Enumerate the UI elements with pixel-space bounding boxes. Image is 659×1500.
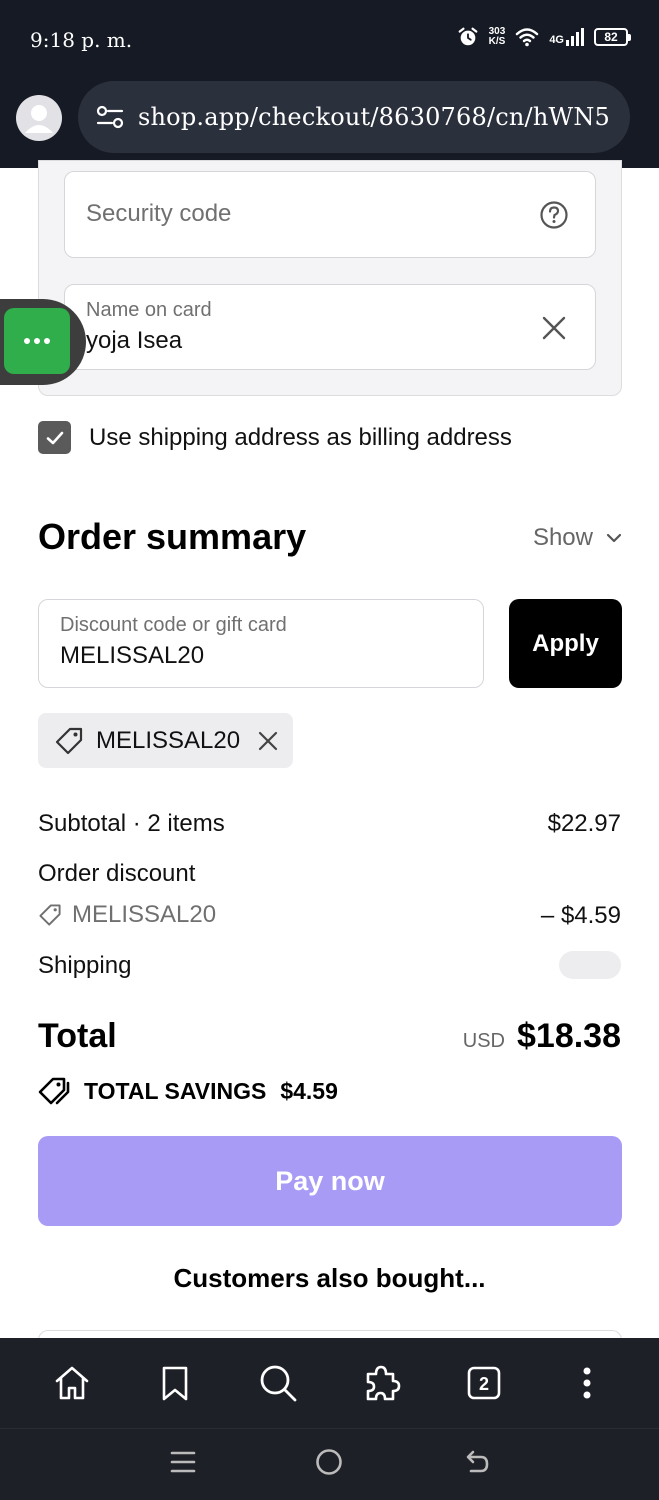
customers-also-bought-heading: Customers also bought... bbox=[173, 1263, 486, 1293]
profile-avatar[interactable] bbox=[16, 95, 62, 141]
billing-label: Use shipping address as billing address bbox=[89, 423, 512, 451]
name-on-card-label: Name on card bbox=[86, 299, 212, 321]
total-label: Total bbox=[38, 1017, 117, 1055]
tabs-icon[interactable]: 2 bbox=[454, 1353, 514, 1413]
floating-bubble[interactable] bbox=[0, 299, 86, 385]
discount-code-line: MELISSAL20 bbox=[38, 901, 216, 929]
savings-value: $4.59 bbox=[280, 1077, 338, 1104]
security-code-placeholder: Security code bbox=[86, 200, 232, 227]
tag-icon bbox=[39, 904, 61, 926]
discount-value: MELISSAL20 bbox=[60, 642, 205, 669]
net-speed-unit: K/S bbox=[488, 36, 506, 47]
total-amount-group: USD $18.38 bbox=[463, 1017, 621, 1056]
pay-now-button[interactable]: Pay now bbox=[38, 1136, 622, 1226]
status-icons: 303 K/S 4G 82 bbox=[457, 26, 631, 48]
savings-label: TOTAL SAVINGS bbox=[84, 1077, 267, 1104]
home-icon[interactable] bbox=[42, 1353, 102, 1413]
remove-discount-icon[interactable] bbox=[256, 729, 280, 753]
url-text: shop.app/checkout/8630768/cn/hWN5 bbox=[138, 103, 611, 131]
applied-discount-chip: MELISSAL20 bbox=[38, 713, 293, 768]
order-discount-label: Order discount bbox=[38, 860, 196, 887]
more-menu-icon[interactable] bbox=[557, 1353, 617, 1413]
tags-icon bbox=[38, 1077, 70, 1105]
order-summary-title: Order summary bbox=[38, 516, 307, 557]
wifi-icon bbox=[516, 28, 539, 47]
battery-level: 82 bbox=[594, 28, 628, 46]
site-settings-icon[interactable] bbox=[82, 81, 138, 153]
check-icon bbox=[46, 431, 63, 444]
show-summary-toggle[interactable]: Show bbox=[533, 524, 623, 552]
shipping-label: Shipping bbox=[38, 952, 132, 979]
battery-icon: 82 bbox=[594, 28, 631, 46]
tab-count: 2 bbox=[479, 1374, 489, 1394]
browser-bottom-nav: 2 bbox=[0, 1338, 659, 1428]
total-currency: USD bbox=[462, 1030, 505, 1052]
subtotal-label: Subtotal · 2 items bbox=[38, 810, 225, 837]
tag-icon bbox=[55, 727, 83, 754]
name-on-card-field[interactable]: Name on card yoja Isea bbox=[64, 284, 596, 370]
alarm-icon bbox=[458, 27, 478, 46]
billing-checkbox[interactable] bbox=[38, 421, 71, 454]
cell-signal-icon: 4G bbox=[549, 28, 584, 46]
security-code-field[interactable]: Security code bbox=[64, 171, 596, 258]
search-icon[interactable] bbox=[248, 1353, 308, 1413]
applied-code: MELISSAL20 bbox=[96, 726, 241, 754]
user-icon bbox=[25, 105, 53, 133]
net-speed: 303 K/S bbox=[489, 27, 506, 47]
discount-amount: – $4.59 bbox=[540, 902, 621, 929]
discount-label: Discount code or gift card bbox=[60, 614, 287, 636]
show-label: Show bbox=[532, 524, 593, 551]
network-type: 4G bbox=[549, 34, 564, 46]
apply-button[interactable]: Apply bbox=[509, 599, 622, 688]
help-icon[interactable] bbox=[539, 200, 569, 230]
status-time: 9:18 p. m. bbox=[30, 28, 133, 52]
more-dots-icon[interactable] bbox=[4, 308, 70, 374]
subtotal-value: $22.97 bbox=[547, 810, 621, 837]
browser-top-bar: 9:18 p. m. 303 K/S 4G 82 shop.app/checko… bbox=[0, 0, 659, 168]
bookmark-icon[interactable] bbox=[145, 1353, 205, 1413]
system-nav-bar bbox=[0, 1428, 659, 1500]
extensions-icon[interactable] bbox=[351, 1353, 411, 1413]
address-bar[interactable]: shop.app/checkout/8630768/cn/hWN5 bbox=[78, 81, 630, 153]
clear-icon[interactable] bbox=[539, 313, 569, 343]
billing-address-option[interactable]: Use shipping address as billing address bbox=[38, 421, 512, 454]
recent-apps-icon[interactable] bbox=[169, 1448, 197, 1481]
discount-code-name: MELISSAL20 bbox=[72, 901, 217, 928]
discount-code-input[interactable]: Discount code or gift card MELISSAL20 bbox=[38, 599, 484, 688]
home-circle-icon[interactable] bbox=[314, 1447, 344, 1482]
chevron-down-icon bbox=[606, 533, 622, 543]
name-on-card-value: yoja Isea bbox=[86, 327, 183, 354]
back-icon[interactable] bbox=[461, 1447, 491, 1482]
total-savings: TOTAL SAVINGS $4.59 bbox=[38, 1075, 338, 1107]
total-amount: $18.38 bbox=[517, 1017, 621, 1055]
shipping-value-placeholder bbox=[559, 951, 621, 979]
